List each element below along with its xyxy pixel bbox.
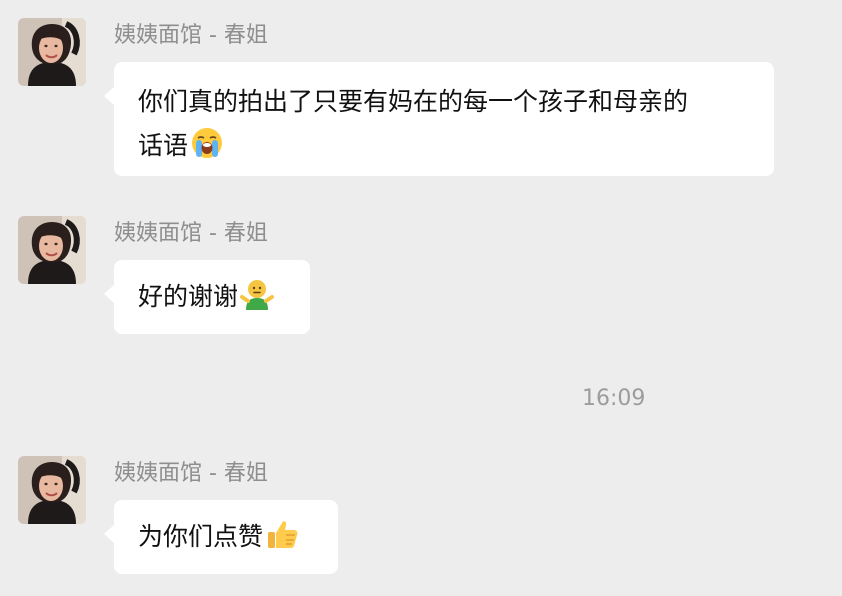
sender-name: 姨姨面馆 - 春姐 [114, 23, 268, 48]
message-text: 为你们点赞 [138, 522, 264, 551]
avatar[interactable] [18, 456, 86, 524]
avatar[interactable] [18, 18, 86, 86]
shrugging-person-icon [240, 277, 275, 311]
timestamp: 16:09 [582, 386, 646, 411]
message-text: 好的谢谢 [138, 282, 239, 311]
message-bubble[interactable]: 你们真的拍出了只要有妈在的每一个孩子和母亲的 话语 [104, 62, 774, 176]
sender-name: 姨姨面馆 - 春姐 [114, 221, 268, 246]
message-bubble[interactable]: 为你们点赞 [104, 500, 338, 574]
sender-name: 姨姨面馆 - 春姐 [114, 461, 268, 486]
loudly-crying-face-icon [190, 126, 224, 160]
message-text-line-2: 话语 [138, 131, 189, 160]
message-text-line-1: 你们真的拍出了只要有妈在的每一个孩子和母亲的 [138, 87, 689, 116]
chat-conversation: 姨姨面馆 - 春姐 你们真的拍出了只要有妈在的每一个孩子和母亲的 话语 姨姨面馆… [0, 0, 842, 596]
message-bubble[interactable]: 好的谢谢 [104, 260, 310, 334]
avatar[interactable] [18, 216, 86, 284]
thumbs-up-icon [265, 517, 299, 551]
